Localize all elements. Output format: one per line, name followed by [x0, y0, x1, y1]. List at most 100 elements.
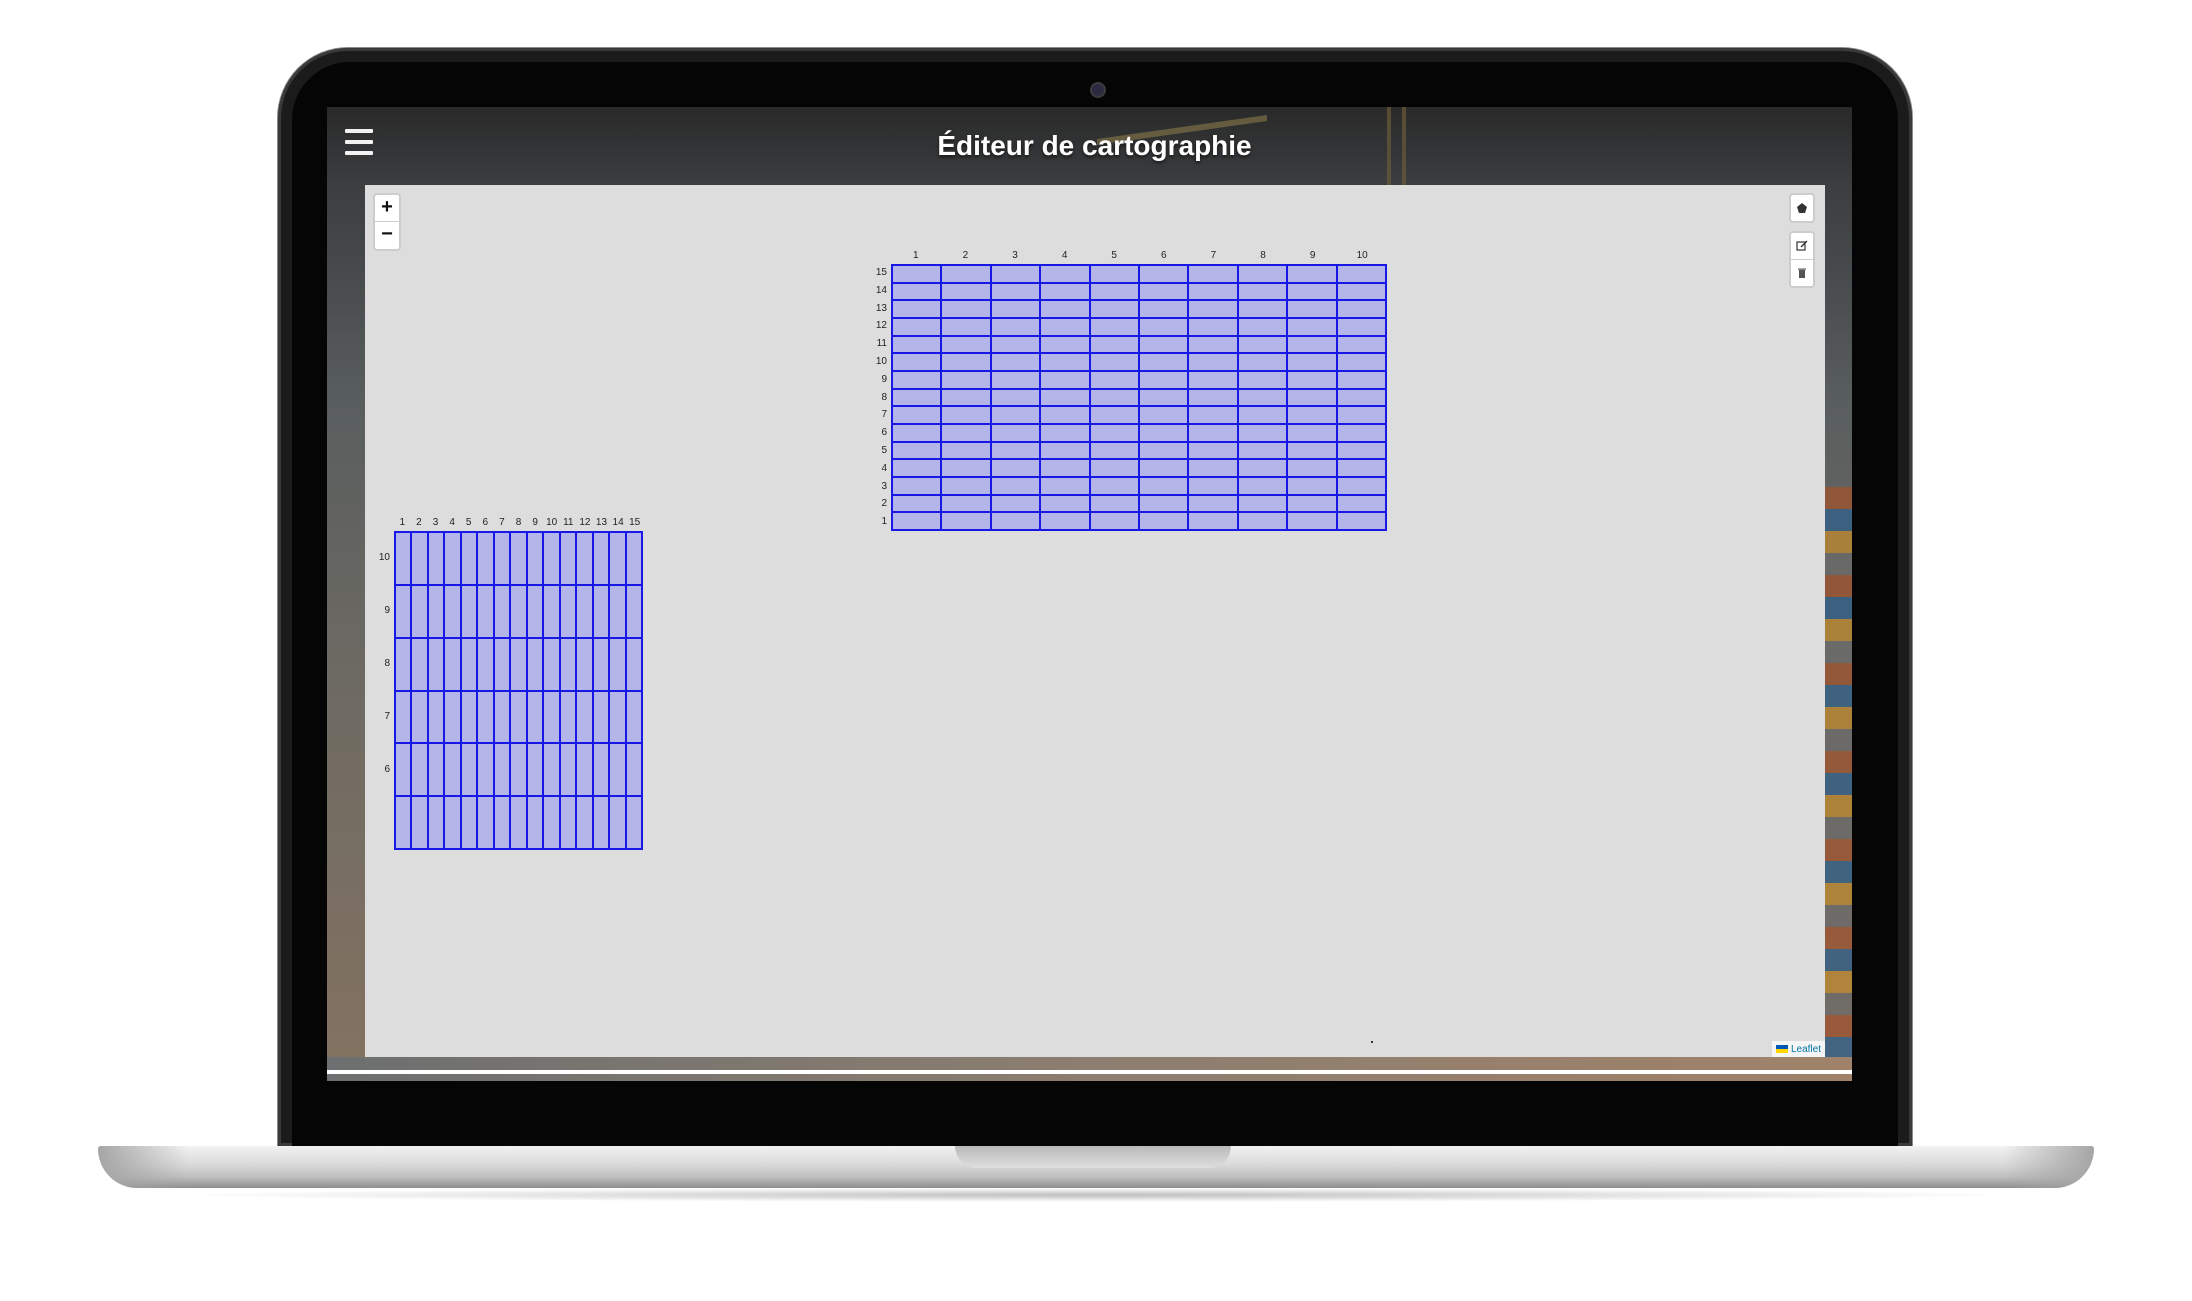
- grid-cell[interactable]: [1139, 335, 1189, 354]
- grid-cell[interactable]: [892, 370, 942, 389]
- grid-cell[interactable]: [1287, 441, 1337, 460]
- grid-cell[interactable]: [493, 743, 511, 797]
- grid-cell[interactable]: [1089, 353, 1139, 371]
- grid-cell[interactable]: [1089, 459, 1139, 477]
- grid-cell[interactable]: [1040, 423, 1090, 442]
- grid-cell[interactable]: [1287, 265, 1337, 283]
- grid-cell[interactable]: [460, 743, 478, 797]
- grid-cell[interactable]: [892, 388, 942, 407]
- grid-cell[interactable]: [477, 796, 494, 850]
- grid-cell[interactable]: [1188, 459, 1238, 477]
- grid-cell[interactable]: [460, 796, 478, 850]
- grid-cell[interactable]: [941, 265, 991, 283]
- grid-cell[interactable]: [1336, 370, 1386, 389]
- grid-cell[interactable]: [1336, 406, 1386, 424]
- grid-cell[interactable]: [892, 317, 942, 336]
- grid-cell[interactable]: [892, 441, 942, 460]
- grid-cell[interactable]: [1336, 300, 1386, 318]
- grid-cell[interactable]: [543, 743, 560, 797]
- grid-cell[interactable]: [1188, 512, 1238, 530]
- grid-cell[interactable]: [625, 637, 642, 691]
- grid-cell[interactable]: [1139, 388, 1189, 407]
- grid-cell[interactable]: [444, 796, 461, 850]
- attribution-link[interactable]: Leaflet: [1791, 1044, 1821, 1055]
- grid-cell[interactable]: [1089, 406, 1139, 424]
- grid-cell[interactable]: [592, 796, 610, 850]
- grid-cell[interactable]: [941, 494, 991, 513]
- grid-cell[interactable]: [1287, 512, 1337, 530]
- grid-cell[interactable]: [1188, 388, 1238, 407]
- grid-cell[interactable]: [990, 317, 1041, 336]
- grid-cell[interactable]: [1188, 300, 1238, 318]
- grid-cell[interactable]: [576, 796, 593, 850]
- grid-cell[interactable]: [1139, 423, 1189, 442]
- grid-cell[interactable]: [411, 637, 428, 691]
- grid-cell[interactable]: [526, 584, 544, 638]
- grid-cell[interactable]: [892, 406, 942, 424]
- grid-cell[interactable]: [477, 690, 494, 744]
- grid-cell[interactable]: [1040, 265, 1090, 283]
- grid-cell[interactable]: [1040, 476, 1090, 495]
- grid-cell[interactable]: [1089, 494, 1139, 513]
- grid-cell[interactable]: [1040, 494, 1090, 513]
- grid-cell[interactable]: [460, 584, 478, 638]
- grid-cell[interactable]: [526, 532, 544, 585]
- grid-cell[interactable]: [1139, 494, 1189, 513]
- grid-cell[interactable]: [990, 370, 1041, 389]
- grid-cell[interactable]: [892, 282, 942, 301]
- grid-cell[interactable]: [1237, 282, 1288, 301]
- grid-cell[interactable]: [1139, 512, 1189, 530]
- grid-cell[interactable]: [1336, 388, 1386, 407]
- grid-cell[interactable]: [543, 532, 560, 585]
- polygon-icon[interactable]: [1791, 195, 1813, 221]
- grid-cell[interactable]: [609, 532, 626, 585]
- grid-cell[interactable]: [1139, 282, 1189, 301]
- grid-cell[interactable]: [411, 532, 428, 585]
- grid-cell[interactable]: [1287, 423, 1337, 442]
- grid-cell[interactable]: [1089, 300, 1139, 318]
- grid-cell[interactable]: [1287, 317, 1337, 336]
- grid-cell[interactable]: [1040, 370, 1090, 389]
- grid-cell[interactable]: [1040, 406, 1090, 424]
- grid-cell[interactable]: [1287, 476, 1337, 495]
- grid-cell[interactable]: [395, 584, 412, 638]
- grid-cell[interactable]: [395, 690, 412, 744]
- grid-cell[interactable]: [990, 512, 1041, 530]
- grid-cell[interactable]: [427, 637, 445, 691]
- trash-icon[interactable]: [1791, 259, 1813, 286]
- grid-cell[interactable]: [1139, 300, 1189, 318]
- grid-cell[interactable]: [1237, 370, 1288, 389]
- grid-cell[interactable]: [1188, 476, 1238, 495]
- grid-cell[interactable]: [1237, 388, 1288, 407]
- grid-cell[interactable]: [990, 423, 1041, 442]
- grid-cell[interactable]: [892, 423, 942, 442]
- grid-cell[interactable]: [1040, 441, 1090, 460]
- grid-cell[interactable]: [1089, 512, 1139, 530]
- grid-cell[interactable]: [990, 459, 1041, 477]
- grid-cell[interactable]: [1089, 423, 1139, 442]
- grid-cell[interactable]: [990, 406, 1041, 424]
- grid-cell[interactable]: [892, 265, 942, 283]
- grid-cell[interactable]: [1139, 441, 1189, 460]
- grid-cell[interactable]: [1188, 317, 1238, 336]
- grid-cell[interactable]: [892, 300, 942, 318]
- grid-cell[interactable]: [941, 459, 991, 477]
- grid-cell[interactable]: [1287, 459, 1337, 477]
- grid-cell[interactable]: [1287, 335, 1337, 354]
- grid-cell[interactable]: [941, 388, 991, 407]
- grid-cell[interactable]: [1188, 406, 1238, 424]
- grid-cell[interactable]: [559, 743, 577, 797]
- grid-cell[interactable]: [1040, 282, 1090, 301]
- grid-cell[interactable]: [1188, 370, 1238, 389]
- grid-cell[interactable]: [1040, 459, 1090, 477]
- grid-cell[interactable]: [1287, 370, 1337, 389]
- grid-cell[interactable]: [1040, 512, 1090, 530]
- grid-cell[interactable]: [609, 796, 626, 850]
- grid-cell[interactable]: [1089, 441, 1139, 460]
- grid-cell[interactable]: [892, 476, 942, 495]
- grid-cell[interactable]: [444, 690, 461, 744]
- grid-cell[interactable]: [990, 282, 1041, 301]
- grid-cell[interactable]: [941, 476, 991, 495]
- grid-cell[interactable]: [1139, 317, 1189, 336]
- attribution[interactable]: Leaflet: [1771, 1041, 1825, 1057]
